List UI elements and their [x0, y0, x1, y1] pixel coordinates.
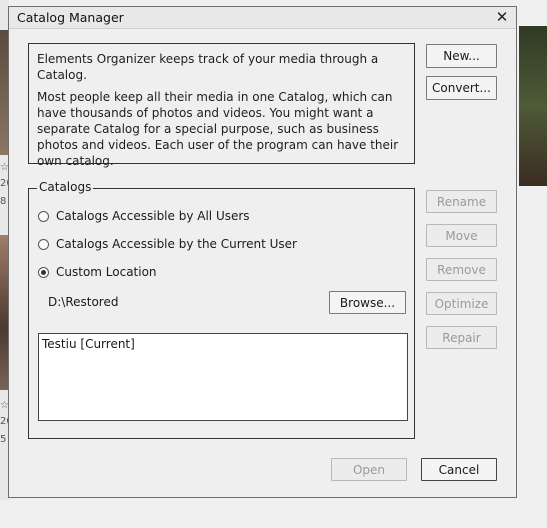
catalog-manager-dialog: Catalog Manager ✕ Elements Organizer kee… [8, 6, 517, 498]
radio-label: Custom Location [56, 265, 157, 279]
remove-button[interactable]: Remove [426, 258, 497, 281]
close-icon[interactable]: ✕ [494, 8, 510, 26]
catalogs-group-legend: Catalogs [37, 180, 94, 194]
background-photo-thumbnail [519, 26, 547, 186]
radio-button[interactable] [38, 238, 49, 250]
repair-button[interactable]: Repair [426, 326, 497, 349]
open-button[interactable]: Open [331, 458, 407, 481]
radio-current-user[interactable]: Catalogs Accessible by the Current User [38, 236, 297, 252]
radio-button[interactable] [38, 210, 49, 222]
info-paragraph: Elements Organizer keeps track of your m… [37, 52, 379, 82]
radio-all-users[interactable]: Catalogs Accessible by All Users [38, 208, 250, 224]
move-button[interactable]: Move [426, 224, 497, 247]
radio-label: Catalogs Accessible by the Current User [56, 237, 297, 251]
catalogs-group: Catalogs Catalogs Accessible by All User… [28, 180, 415, 439]
list-item[interactable]: Testiu [Current] [42, 337, 135, 351]
radio-label: Catalogs Accessible by All Users [56, 209, 250, 223]
browse-button[interactable]: Browse... [329, 291, 406, 314]
dialog-titlebar[interactable]: Catalog Manager ✕ [9, 7, 516, 29]
info-panel: Elements Organizer keeps track of your m… [28, 43, 415, 168]
convert-catalog-button[interactable]: Convert... [426, 76, 497, 100]
dialog-title: Catalog Manager [17, 10, 124, 25]
radio-custom-location[interactable]: Custom Location [38, 264, 157, 280]
optimize-button[interactable]: Optimize [426, 292, 497, 315]
radio-button-checked[interactable] [38, 266, 49, 278]
info-paragraph: Most people keep all their media in one … [37, 90, 399, 168]
background-text: 5 [0, 434, 7, 445]
catalog-list[interactable]: Testiu [Current] [38, 333, 408, 421]
background-text: 8 [0, 196, 7, 207]
rename-button[interactable]: Rename [426, 190, 497, 213]
custom-location-path: D:\Restored [48, 295, 119, 309]
cancel-button[interactable]: Cancel [421, 458, 497, 481]
new-catalog-button[interactable]: New... [426, 44, 497, 68]
